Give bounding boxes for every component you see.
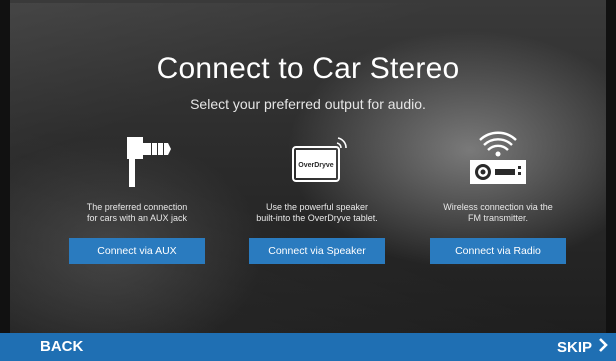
- option-radio-description-line1: Wireless connection via the: [443, 202, 553, 212]
- option-radio-description-line2: FM transmitter.: [467, 213, 528, 223]
- skip-label: SKIP: [556, 338, 592, 356]
- aux-jack-icon: [52, 130, 222, 192]
- option-aux-description-line1: The preferred connection: [86, 202, 188, 212]
- back-button[interactable]: BACK: [40, 338, 83, 355]
- connect-speaker-button[interactable]: Connect via Speaker: [249, 238, 385, 264]
- option-aux: The preferred connection for cars with a…: [52, 130, 222, 264]
- tablet-logo-text: OverDryve: [298, 162, 334, 169]
- option-aux-description-line2: for cars with an AUX jack: [86, 213, 188, 223]
- option-radio: Wireless connection via the FM transmitt…: [413, 130, 583, 264]
- option-speaker-description-line1: Use the powerful speaker: [265, 202, 369, 212]
- right-edge: [606, 0, 616, 333]
- connect-radio-button[interactable]: Connect via Radio: [430, 238, 566, 264]
- footer-bar: BACK SKIP: [0, 333, 616, 361]
- page-subtitle: Select your preferred output for audio.: [190, 96, 426, 112]
- option-speaker: OverDryve Use the powerful speaker built…: [232, 130, 402, 264]
- left-edge: [0, 0, 10, 333]
- option-speaker-description: Use the powerful speaker built-into the …: [232, 202, 402, 230]
- skip-button[interactable]: SKIP: [557, 338, 608, 356]
- option-speaker-description-line2: built-into the OverDryve tablet.: [256, 213, 378, 223]
- radio-transmitter-icon: [413, 130, 583, 192]
- page-title: Connect to Car Stereo: [156, 52, 460, 85]
- option-aux-description: The preferred connection for cars with a…: [52, 202, 222, 230]
- connect-aux-button[interactable]: Connect via AUX: [69, 238, 205, 264]
- option-radio-description: Wireless connection via the FM transmitt…: [413, 202, 583, 230]
- tablet-speaker-icon: OverDryve: [232, 130, 402, 192]
- chevron-right-icon: [598, 338, 608, 356]
